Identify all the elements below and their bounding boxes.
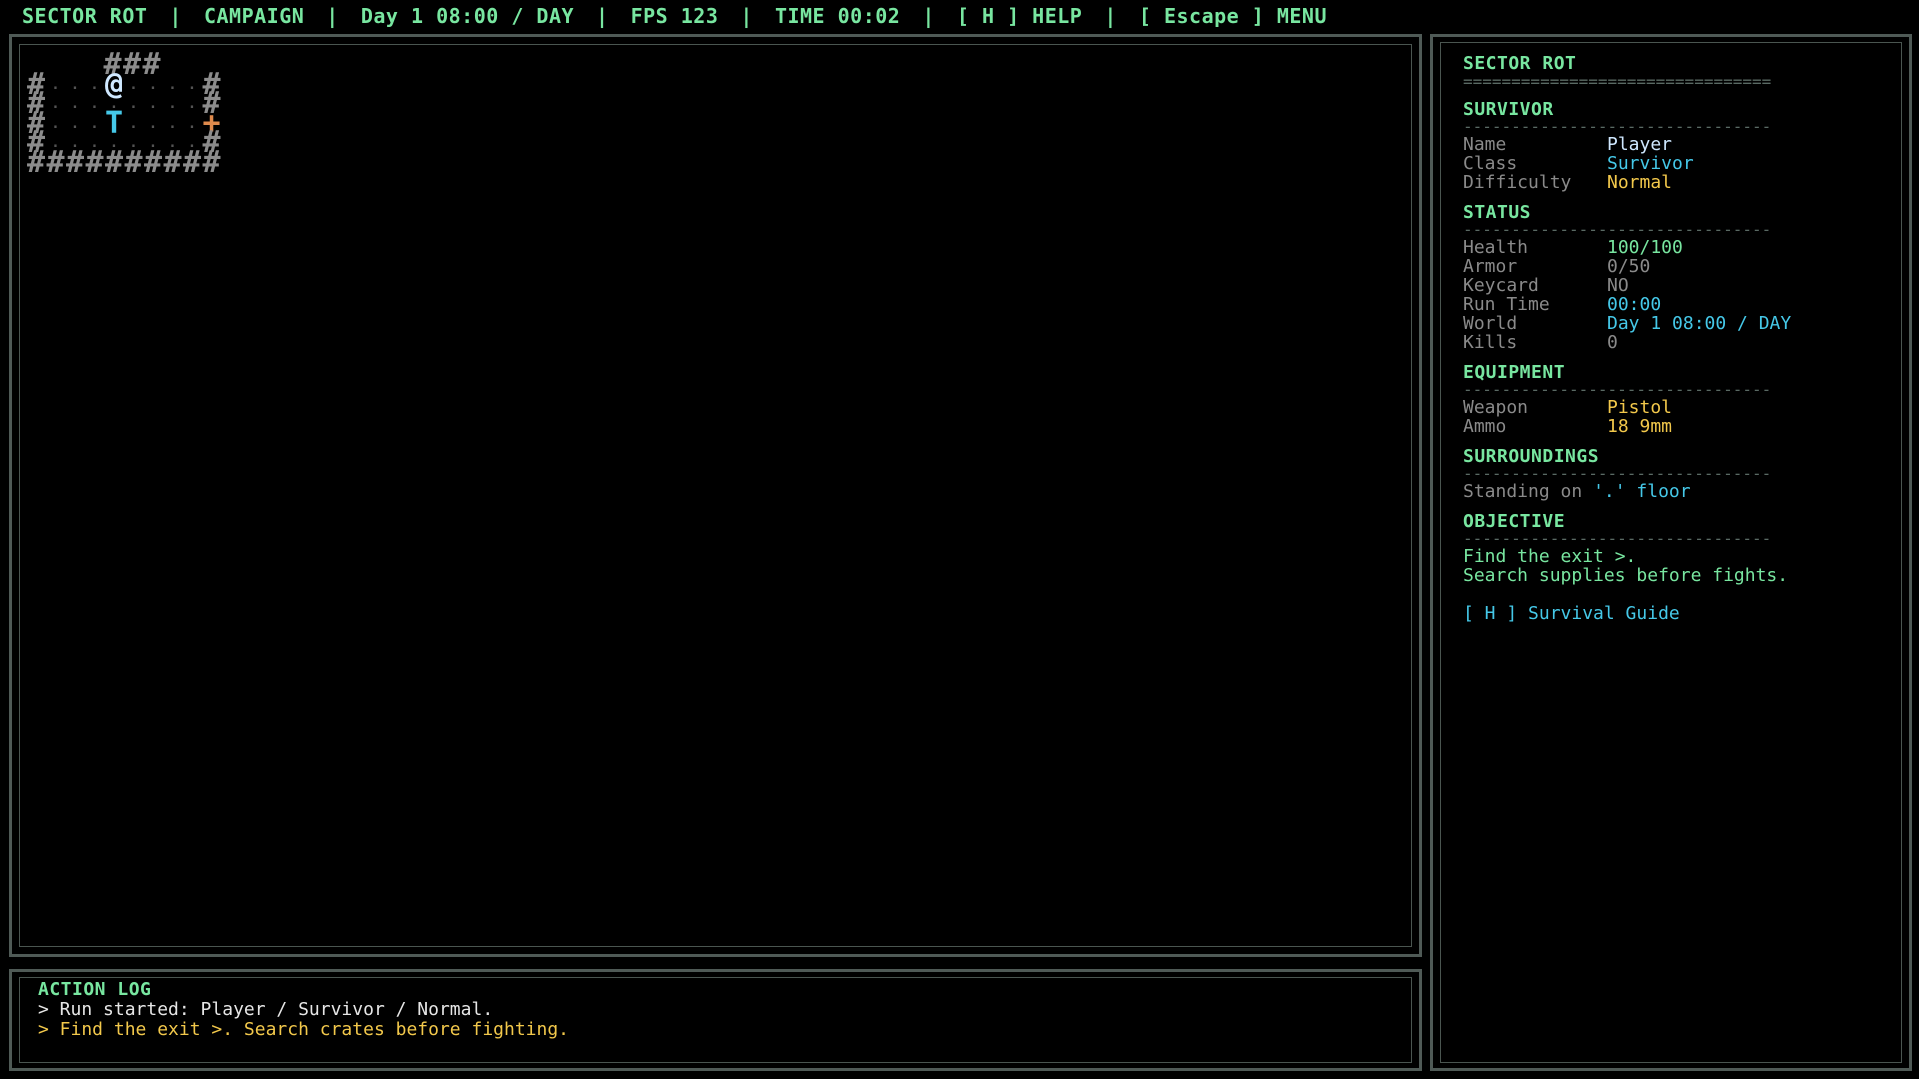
survival-guide-link[interactable]: [ H ] Survival Guide bbox=[1463, 604, 1903, 623]
action-log-title: ACTION LOG bbox=[38, 979, 152, 1000]
stat-row-runtime: Run Time 00:00 bbox=[1463, 295, 1903, 314]
divider: -------------------------------- bbox=[1463, 224, 1772, 238]
ammo-value: 18 9mm bbox=[1607, 416, 1673, 437]
stat-label: Class bbox=[1463, 153, 1518, 174]
stat-label: Kills bbox=[1463, 332, 1518, 353]
surroundings-section-title: SURROUNDINGS bbox=[1463, 446, 1600, 467]
stat-row-keycard: Keycard NO bbox=[1463, 276, 1903, 295]
action-log-inner: ACTION LOG > Run started: Player / Survi… bbox=[19, 977, 1412, 1063]
divider: -------------------------------- bbox=[1463, 468, 1772, 482]
stat-label: Keycard bbox=[1463, 275, 1539, 296]
world-value: Day 1 08:00 / DAY bbox=[1607, 313, 1792, 334]
game-title: SECTOR ROT bbox=[22, 4, 148, 28]
divider: -------------------------------- bbox=[1463, 533, 1772, 547]
stat-row-weapon: Weapon Pistol bbox=[1463, 398, 1903, 417]
game-mode: CAMPAIGN bbox=[203, 4, 305, 28]
stat-row-difficulty: Difficulty Normal bbox=[1463, 173, 1903, 192]
help-hotkey[interactable]: [ H ] HELP bbox=[957, 4, 1082, 28]
stat-label: Health bbox=[1463, 237, 1529, 258]
survivor-section-title: SURVIVOR bbox=[1463, 99, 1554, 120]
divider: -------------------------------- bbox=[1463, 384, 1772, 398]
separator: | bbox=[169, 4, 182, 28]
stat-label: World bbox=[1463, 313, 1518, 334]
surroundings-row: Standing on '.' floor bbox=[1463, 482, 1903, 501]
armor-value: 0/50 bbox=[1607, 256, 1651, 277]
map-viewport[interactable]: # # # #... @.... # #........ # #... T.... + #......… bbox=[19, 44, 1412, 947]
world-time: Day 1 08:00 / DAY bbox=[360, 4, 575, 28]
stat-label: Weapon bbox=[1463, 397, 1529, 418]
objective-line: Find the exit >. bbox=[1463, 546, 1637, 567]
double-divider: ================================ bbox=[1463, 75, 1772, 89]
stat-row-health: Health 100/100 bbox=[1463, 238, 1903, 257]
difficulty-value: Normal bbox=[1607, 172, 1673, 193]
separator: | bbox=[1104, 4, 1117, 28]
separator: | bbox=[740, 4, 753, 28]
info-sidebar-inner: SECTOR ROT =============================… bbox=[1440, 42, 1902, 1063]
runtime-value: 00:00 bbox=[1607, 294, 1662, 315]
wall-tile: # bbox=[202, 144, 221, 180]
objective-line: Search supplies before fights. bbox=[1463, 565, 1789, 586]
objective-section-title: OBJECTIVE bbox=[1463, 511, 1566, 532]
player-class: Survivor bbox=[1607, 153, 1694, 174]
kills-value: 0 bbox=[1607, 332, 1618, 353]
equipment-section-title: EQUIPMENT bbox=[1463, 362, 1566, 383]
stat-label: Ammo bbox=[1463, 416, 1507, 437]
action-log-panel: ACTION LOG > Run started: Player / Survi… bbox=[9, 969, 1422, 1071]
health-value: 100/100 bbox=[1607, 237, 1683, 258]
stat-label: Armor bbox=[1463, 256, 1518, 277]
session-timer: TIME 00:02 bbox=[774, 4, 901, 28]
stat-row-kills: Kills 0 bbox=[1463, 333, 1903, 352]
separator: | bbox=[326, 4, 339, 28]
top-status-bar: SECTOR ROT | CAMPAIGN | Day 1 08:00 / DA… bbox=[0, 0, 1919, 32]
keycard-value: NO bbox=[1607, 275, 1629, 296]
standing-prefix: Standing on bbox=[1463, 481, 1583, 502]
menu-hotkey[interactable]: [ Escape ] MENU bbox=[1139, 4, 1327, 28]
log-line: > Find the exit >. Search crates before … bbox=[38, 1019, 570, 1040]
stat-row-world: World Day 1 08:00 / DAY bbox=[1463, 314, 1903, 333]
stat-row-armor: Armor 0/50 bbox=[1463, 257, 1903, 276]
weapon-value: Pistol bbox=[1607, 397, 1673, 418]
log-line: > Run started: Player / Survivor / Norma… bbox=[38, 999, 494, 1020]
divider: -------------------------------- bbox=[1463, 121, 1772, 135]
stat-row-name: Name Player bbox=[1463, 135, 1903, 154]
player-name: Player bbox=[1607, 134, 1673, 155]
stat-row-class: Class Survivor bbox=[1463, 154, 1903, 173]
status-section-title: STATUS bbox=[1463, 202, 1532, 223]
separator: | bbox=[596, 4, 609, 28]
stat-label: Name bbox=[1463, 134, 1507, 155]
info-sidebar: SECTOR ROT =============================… bbox=[1430, 34, 1912, 1071]
stat-label: Difficulty bbox=[1463, 172, 1572, 193]
stat-row-ammo: Ammo 18 9mm bbox=[1463, 417, 1903, 436]
sidebar-title: SECTOR ROT bbox=[1463, 53, 1577, 74]
fps-counter: FPS 123 bbox=[630, 4, 719, 28]
separator: | bbox=[922, 4, 935, 28]
stat-label: Run Time bbox=[1463, 294, 1550, 315]
map-panel[interactable]: # # # #... @.... # #........ # #... T.... + #......… bbox=[9, 34, 1422, 957]
standing-value: '.' floor bbox=[1593, 481, 1691, 502]
